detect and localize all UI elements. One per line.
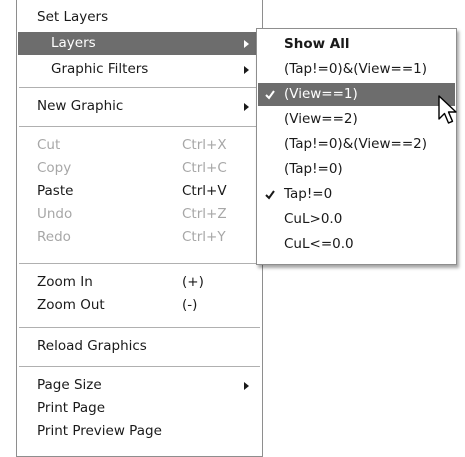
menu-item-label: Graphic Filters bbox=[51, 61, 149, 77]
menu-item-layers[interactable]: Layers bbox=[18, 32, 261, 55]
menu-item-zoom-in[interactable]: Zoom In (+) bbox=[18, 271, 261, 294]
submenu-item-show-all[interactable]: Show All bbox=[258, 33, 455, 56]
submenu-item-view1[interactable]: (View==1) bbox=[258, 83, 455, 106]
menu-item-page-size[interactable]: Page Size bbox=[18, 374, 261, 397]
menu-separator bbox=[19, 327, 260, 328]
menu-item-print-page[interactable]: Print Page bbox=[18, 397, 261, 420]
menu-item-label: CuL>0.0 bbox=[284, 211, 343, 227]
menu-item-label: Print Preview Page bbox=[37, 423, 162, 439]
menu-item-graphic-filters[interactable]: Graphic Filters bbox=[18, 58, 261, 81]
menu-item-label: (View==2) bbox=[284, 111, 358, 127]
menu-item-label: CuL<=0.0 bbox=[284, 236, 354, 252]
menu-item-print-preview-page[interactable]: Print Preview Page bbox=[18, 420, 261, 443]
menu-item-label: Cut bbox=[37, 137, 61, 153]
menu-item-label: Set Layers bbox=[37, 9, 109, 25]
shortcut-text: Ctrl+C bbox=[182, 160, 227, 176]
menu-item-undo: Undo Ctrl+Z bbox=[18, 203, 261, 226]
menu-item-label: Zoom Out bbox=[37, 297, 105, 313]
menu-item-label: Reload Graphics bbox=[37, 338, 147, 354]
chevron-right-icon bbox=[244, 40, 249, 48]
chevron-right-icon bbox=[244, 66, 249, 74]
shortcut-text: Ctrl+Y bbox=[182, 229, 226, 245]
shortcut-text: (-) bbox=[182, 297, 198, 313]
menu-item-zoom-out[interactable]: Zoom Out (-) bbox=[18, 294, 261, 317]
menu-separator bbox=[19, 126, 260, 127]
chevron-right-icon bbox=[244, 103, 249, 111]
submenu-item-tap-view2[interactable]: (Tap!=0)&(View==2) bbox=[258, 133, 455, 156]
menu-separator bbox=[19, 87, 260, 88]
menu-item-label: Page Size bbox=[37, 377, 102, 393]
checkmark-icon bbox=[265, 190, 275, 200]
mouse-pointer-icon bbox=[438, 95, 457, 124]
submenu-item-tap[interactable]: Tap!=0 bbox=[258, 183, 455, 206]
chevron-right-icon bbox=[244, 382, 249, 390]
menu-item-label: (Tap!=0) bbox=[284, 161, 343, 177]
menu-item-new-graphic[interactable]: New Graphic bbox=[18, 95, 261, 118]
submenu-item-view2[interactable]: (View==2) bbox=[258, 108, 455, 131]
menu-item-set-layers[interactable]: Set Layers bbox=[18, 6, 261, 29]
submenu-item-tap-paren[interactable]: (Tap!=0) bbox=[258, 158, 455, 181]
menu-item-label: New Graphic bbox=[37, 98, 124, 114]
menu-item-label: Paste bbox=[37, 183, 74, 199]
menu-item-label: (Tap!=0)&(View==1) bbox=[284, 61, 428, 77]
menu-item-label: Layers bbox=[51, 35, 96, 51]
menu-item-label: Undo bbox=[37, 206, 73, 222]
submenu-item-tap-view1[interactable]: (Tap!=0)&(View==1) bbox=[258, 58, 455, 81]
shortcut-text: Ctrl+X bbox=[182, 137, 227, 153]
menu-separator bbox=[19, 263, 260, 264]
shortcut-text: Ctrl+V bbox=[182, 183, 227, 199]
menu-item-label: Copy bbox=[37, 160, 72, 176]
submenu-item-cul-le[interactable]: CuL<=0.0 bbox=[258, 233, 455, 256]
menu-item-cut: Cut Ctrl+X bbox=[18, 134, 261, 157]
menu-item-label: (View==1) bbox=[284, 86, 358, 102]
shortcut-text: Ctrl+Z bbox=[182, 206, 227, 222]
menu-item-label: Show All bbox=[284, 36, 350, 52]
menu-item-paste[interactable]: Paste Ctrl+V bbox=[18, 180, 261, 203]
menu-item-reload-graphics[interactable]: Reload Graphics bbox=[18, 335, 261, 358]
menu-separator bbox=[19, 366, 260, 367]
checkmark-icon bbox=[265, 90, 275, 100]
menu-item-label: Redo bbox=[37, 229, 71, 245]
menu-item-label: (Tap!=0)&(View==2) bbox=[284, 136, 428, 152]
menu-item-label: Tap!=0 bbox=[284, 186, 333, 202]
layers-submenu: Show All (Tap!=0)&(View==1) (View==1) (V… bbox=[256, 28, 457, 265]
menu-item-redo: Redo Ctrl+Y bbox=[18, 226, 261, 249]
shortcut-text: (+) bbox=[182, 274, 204, 290]
menu-item-copy: Copy Ctrl+C bbox=[18, 157, 261, 180]
menu-item-label: Print Page bbox=[37, 400, 106, 416]
context-menu: Set Layers Layers Graphic Filters New Gr… bbox=[16, 0, 263, 457]
submenu-item-cul-gt[interactable]: CuL>0.0 bbox=[258, 208, 455, 231]
menu-item-label: Zoom In bbox=[37, 274, 93, 290]
